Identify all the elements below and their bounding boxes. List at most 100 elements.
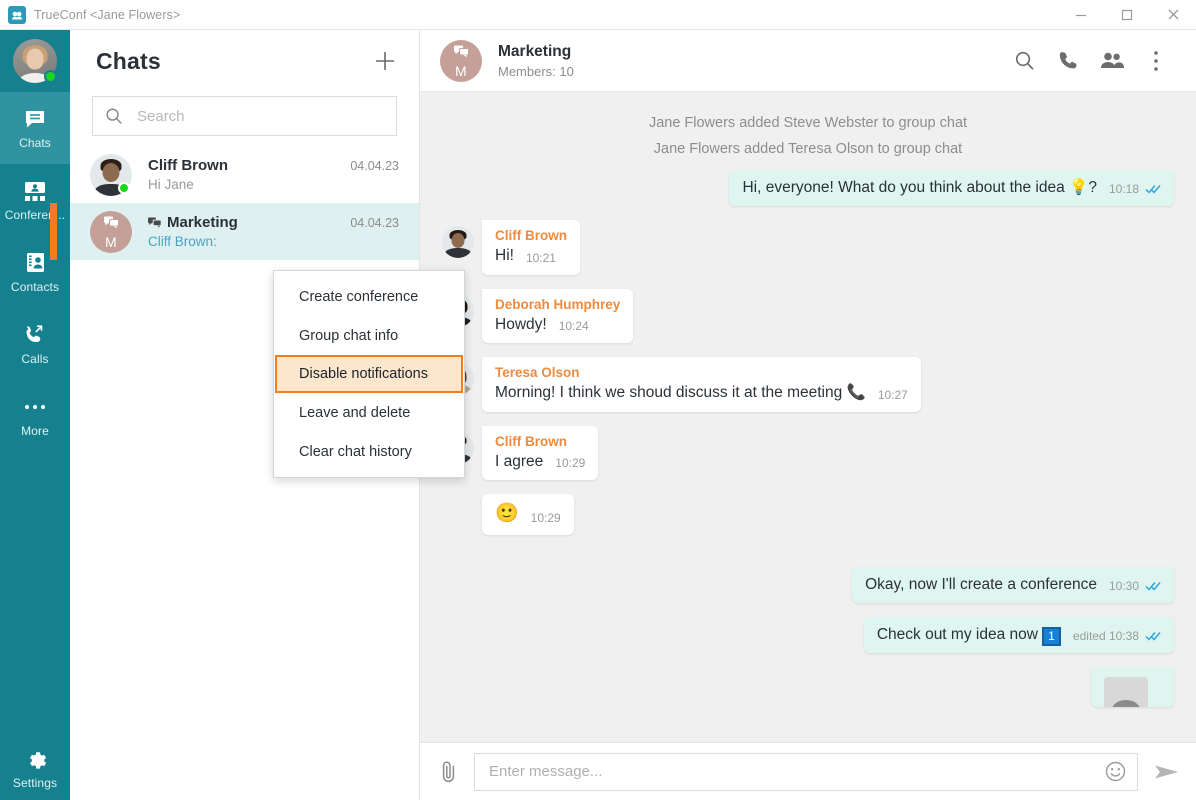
maximize-button[interactable] (1104, 0, 1150, 30)
sidebar-item-label: Settings (12, 775, 58, 790)
message-row: Check out my idea now 1 edited 10:38 (442, 617, 1174, 654)
sidebar-item-settings[interactable]: Settings (0, 736, 70, 800)
sidebar-item-conferences[interactable]: Conferen... (0, 164, 70, 236)
context-menu: Create conference Group chat info Disabl… (273, 270, 465, 478)
ellipsis-icon (23, 395, 47, 419)
list-item-top-line: Cliff Brown 04.04.23 (148, 157, 399, 174)
close-button[interactable] (1150, 0, 1196, 30)
message-input-field[interactable] (474, 752, 1138, 791)
search-icon[interactable] (1002, 39, 1046, 83)
menu-item-clear-chat-history[interactable]: Clear chat history (274, 432, 464, 471)
nav-rail: Chats Conferen... Contacts Calls More Se… (0, 30, 70, 800)
sidebar-item-calls[interactable]: Calls (0, 308, 70, 380)
phone-icon[interactable] (1046, 39, 1090, 83)
avatar: M (90, 210, 132, 253)
avatar-face (451, 232, 465, 248)
message-bubble-incoming[interactable]: Cliff Brown Hi! 10:21 (482, 220, 580, 275)
chat-list-items: Cliff Brown 04.04.23 Hi Jane M Marketing… (50, 146, 419, 260)
plus-icon[interactable] (371, 47, 399, 75)
main-area: Chats Conferen... Contacts Calls More Se… (0, 30, 1196, 800)
message-bubble-incoming[interactable]: Cliff Brown I agree 10:29 (482, 425, 599, 480)
message-text: Check out my idea now 1 (877, 625, 1061, 647)
minimize-button[interactable] (1058, 0, 1104, 30)
trueconf-logo-icon (8, 5, 26, 24)
conference-icon (23, 179, 47, 203)
avatar-initial: M (105, 234, 117, 250)
message-row (442, 667, 1174, 708)
message-input-bar (420, 742, 1196, 800)
message-input[interactable] (489, 763, 1103, 780)
list-item-date: 04.04.23 (350, 216, 399, 230)
sidebar-item-more[interactable]: More (0, 380, 70, 452)
paperclip-icon[interactable] (438, 760, 460, 784)
message-sender: Cliff Brown (495, 433, 567, 449)
menu-item-leave-and-delete[interactable]: Leave and delete (274, 393, 464, 432)
online-status-indicator (44, 70, 57, 83)
message-bubble-outgoing[interactable]: Hi, everyone! What do you think about th… (729, 170, 1174, 207)
message-sender: Deborah Humphrey (495, 296, 621, 312)
chat-list-panel: Chats Search Cliff Brown 04.04.23 Hi Jan… (50, 30, 465, 800)
contacts-card-icon (24, 251, 47, 275)
chat-list-header: Chats (70, 30, 419, 92)
list-item-text: Cliff Brown 04.04.23 Hi Jane (148, 157, 399, 192)
message-row: Hi, everyone! What do you think about th… (442, 170, 1174, 207)
menu-item-create-conference[interactable]: Create conference (274, 277, 464, 316)
sidebar-item-label: Calls (21, 351, 49, 366)
list-item-preview: Cliff Brown: (148, 234, 217, 249)
more-vertical-icon[interactable] (1134, 39, 1178, 83)
avatar-face (26, 48, 44, 70)
message-bubble-incoming[interactable]: Deborah Humphrey Howdy! 10:24 (482, 288, 634, 344)
user-avatar[interactable] (0, 30, 70, 92)
group-avatar: M (440, 39, 482, 82)
attachment-badge[interactable]: 1 (1041, 627, 1061, 647)
avatar-initial: M (455, 63, 467, 79)
message-time: 10:27 (877, 387, 908, 402)
avatar[interactable]: M (440, 39, 482, 82)
avatar (442, 226, 474, 259)
send-arrow-icon[interactable] (1152, 762, 1182, 782)
sidebar-item-contacts[interactable]: Contacts (0, 236, 70, 308)
people-icon[interactable] (1090, 39, 1134, 83)
chat-bubble-icon (23, 107, 47, 131)
chat-pane: M Marketing Members: 10 Jane Flowers add… (420, 30, 1196, 800)
system-message: Jane Flowers added Teresa Olson to group… (653, 141, 963, 157)
message-bubble-emoji[interactable]: 🙂 10:29 (482, 493, 574, 535)
message-bubble-incoming[interactable]: Teresa Olson Morning! I think we shoud d… (482, 357, 921, 412)
search-input[interactable] (137, 107, 384, 125)
message-bubble-outgoing-link[interactable]: Check out my idea now 1 edited 10:38 (863, 617, 1174, 654)
list-item-text: Marketing 04.04.23 Cliff Brown: (148, 214, 399, 249)
link-preview (1104, 677, 1161, 708)
search-box[interactable] (92, 96, 397, 136)
message-text: 🙂 (495, 502, 519, 524)
double-check-icon (1145, 581, 1161, 591)
chat-title: Marketing (498, 42, 572, 60)
list-item-top-line: Marketing 04.04.23 (148, 214, 399, 231)
message-bubble-outgoing[interactable]: Okay, now I'll create a conference 10:30 (852, 566, 1174, 603)
double-check-icon (1145, 184, 1161, 194)
message-text: Hi, everyone! What do you think about th… (742, 179, 1097, 196)
bubble-body: Hi, everyone! What do you think about th… (742, 178, 1161, 197)
bubble-body: Morning! I think we shoud discuss it at … (495, 383, 908, 402)
smiley-icon[interactable] (1103, 761, 1127, 782)
message-time: 10:29 (555, 455, 586, 470)
bubble-body: I agree 10:29 (495, 452, 585, 471)
chat-header: M Marketing Members: 10 (420, 30, 1196, 92)
list-item[interactable]: M Marketing 04.04.23 Cliff Brown: (50, 203, 419, 260)
avatar-face (102, 162, 120, 182)
bubble-body: Howdy! 10:24 (495, 315, 620, 334)
message-time: 10:18 (1108, 182, 1139, 197)
message-row: Okay, now I'll create a conference 10:30 (442, 566, 1174, 603)
online-status-indicator (118, 182, 130, 194)
menu-item-disable-notifications[interactable]: Disable notifications (275, 355, 463, 393)
image-thumbnail-icon (1104, 677, 1149, 708)
menu-item-group-chat-info[interactable]: Group chat info (274, 316, 464, 355)
message-text: Hi! (495, 247, 514, 265)
message-meta: 10:18 (1109, 182, 1161, 197)
sidebar-item-chats[interactable]: Chats (0, 92, 70, 164)
message-bubble-link-preview[interactable] (1091, 667, 1174, 708)
list-item[interactable]: Cliff Brown 04.04.23 Hi Jane (70, 146, 419, 203)
list-item-date: 04.04.23 (350, 159, 399, 173)
bubble-body: Okay, now I'll create a conference 10:30 (865, 575, 1161, 594)
list-item-name: Marketing (167, 214, 238, 231)
gear-icon (24, 747, 47, 771)
